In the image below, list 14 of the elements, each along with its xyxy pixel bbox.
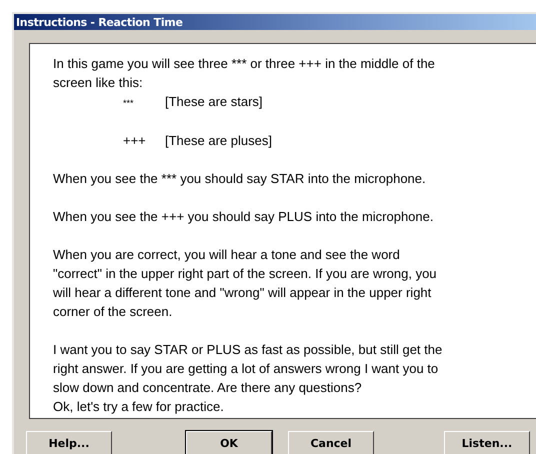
example-symbol: *** <box>123 97 135 110</box>
dialog-button[interactable]: Cancel <box>288 431 374 454</box>
example-caption: [These are stars] <box>165 93 263 111</box>
window-title: Instructions - Reaction Time <box>16 16 183 28</box>
instruction-text: When you are correct, you will hear a tone and see the word "correct" in the upper right part of the screen. If you are wrong, you will hear a different tone and "wrong" will appear in the upper right corner of the screen. <box>53 246 438 321</box>
instruction-text: In this game you will see three *** or three +++ in the middle of the screen like this: <box>53 55 436 92</box>
instruction-text: I want you to say STAR or PLUS as fast as possible, but still get the right answer. If you are getting a lot of answers wrong I want you to slow down and concentrate. Are there any questions? Ok, let's try a few for practice. <box>53 341 444 416</box>
example-symbol: +++ <box>123 132 147 150</box>
instruction-text: When you see the *** you should say STAR into the microphone. <box>53 170 427 188</box>
dialog-button[interactable]: OK <box>186 431 272 454</box>
dialog-button[interactable]: Help... <box>26 431 112 454</box>
dialog-button[interactable]: Listen... <box>444 431 530 454</box>
instruction-text: When you see the +++ you should say PLUS into the microphone. <box>53 208 434 226</box>
example-caption: [These are pluses] <box>165 132 272 150</box>
